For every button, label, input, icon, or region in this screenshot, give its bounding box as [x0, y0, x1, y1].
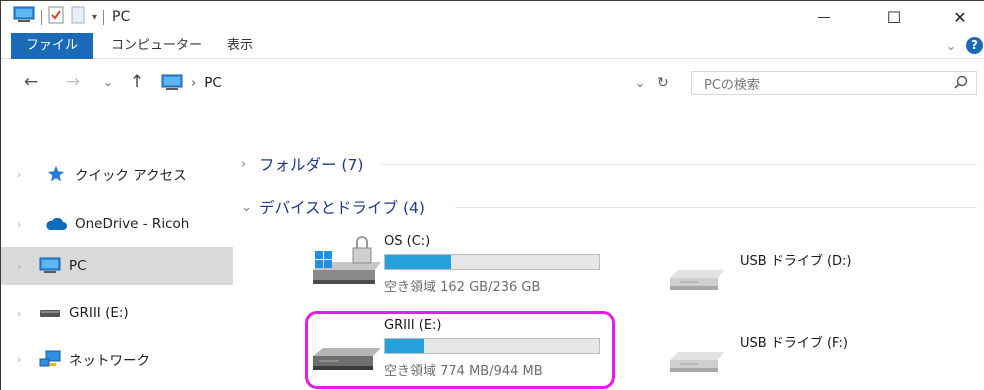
chevron-right-icon[interactable]: › — [1, 218, 23, 231]
tab-file[interactable]: ファイル — [11, 33, 93, 59]
maximize-icon: ☐ — [886, 7, 902, 27]
refresh-icon[interactable]: ↻ — [657, 75, 669, 91]
group-divider — [381, 164, 977, 165]
removable-drive-icon — [666, 244, 726, 294]
chevron-right-icon[interactable]: › — [1, 260, 23, 273]
up-button[interactable]: ↑ — [125, 70, 149, 94]
sidebar-item-griii[interactable]: › GRIII (E:) — [1, 294, 233, 332]
explorer-window: ▾ PC — ☐ ✕ ファイル コンピューター 表示 ⌄ ? ← → ⌄ ↑ ›… — [0, 0, 984, 390]
usb-drive-icon — [37, 303, 63, 323]
navigation-pane: › クイック アクセス › OneDrive - Ricoh › PC › GR… — [1, 104, 233, 390]
customize-toolbar-icon[interactable]: ▾ — [92, 12, 97, 23]
recent-locations-button[interactable]: ⌄ — [99, 70, 117, 94]
drive-name: USB ドライブ (F:) — [740, 336, 848, 351]
chevron-right-icon[interactable]: › — [241, 157, 259, 172]
drive-usage-fill — [385, 255, 452, 269]
sidebar-item-label: ネットワーク — [69, 353, 150, 369]
back-button[interactable]: ← — [19, 70, 43, 94]
group-devices-and-drives[interactable]: ⌄ デバイスとドライブ (4) — [241, 192, 981, 222]
drive-item-c[interactable]: OS (C:) 空き領域 162 GB/236 GB — [311, 234, 600, 295]
drive-usage-bar — [384, 254, 600, 270]
toolbar-separator — [41, 9, 42, 25]
tab-computer[interactable]: コンピューター — [111, 33, 202, 59]
drive-item-f[interactable]: USB ドライブ (F:) — [666, 326, 848, 376]
drive-name: USB ドライブ (D:) — [740, 254, 852, 269]
quick-access-toolbar: ▾ PC — [13, 6, 131, 28]
new-folder-icon[interactable] — [70, 6, 86, 28]
search-input[interactable]: PCの検索 — [691, 71, 977, 95]
removable-drive-icon — [666, 326, 726, 376]
address-row: ← → ⌄ ↑ › PC ⌄ ↻ PCの検索 — [1, 60, 984, 104]
pc-icon — [161, 74, 183, 92]
breadcrumb-pc[interactable]: PC — [204, 75, 222, 91]
chevron-right-icon[interactable]: › — [1, 168, 23, 181]
drive-name: GRIII (E:) — [384, 318, 442, 333]
breadcrumb-separator-icon[interactable]: › — [191, 76, 196, 91]
drive-free-space: 空き領域 162 GB/236 GB — [384, 280, 541, 295]
network-icon — [37, 349, 63, 369]
title-bar: ▾ PC — ☐ ✕ — [1, 1, 984, 33]
group-label: フォルダー (7) — [259, 156, 364, 174]
forward-button[interactable]: → — [61, 70, 85, 94]
drive-item-d[interactable]: USB ドライブ (D:) — [666, 244, 851, 294]
computer-icon[interactable] — [13, 6, 35, 28]
minimize-icon: — — [817, 9, 831, 25]
drive-usage-bar — [384, 338, 600, 354]
close-icon: ✕ — [953, 7, 967, 27]
chevron-right-icon[interactable]: › — [1, 353, 23, 366]
group-folders[interactable]: › フォルダー (7) — [241, 149, 981, 179]
sidebar-item-onedrive[interactable]: › OneDrive - Ricoh — [1, 205, 233, 243]
group-label: デバイスとドライブ (4) — [259, 199, 425, 217]
address-dropdown-icon[interactable]: ⌄ — [635, 76, 645, 90]
drive-usage-fill — [385, 339, 424, 353]
group-divider — [455, 207, 977, 208]
forward-arrow-icon: → — [65, 72, 81, 92]
monitor-icon — [37, 256, 63, 276]
window-title: PC — [112, 9, 131, 25]
chevron-right-icon[interactable]: › — [1, 307, 23, 320]
properties-icon[interactable] — [48, 6, 64, 28]
drive-item-e[interactable]: GRIII (E:) 空き領域 774 MB/944 MB — [311, 318, 600, 379]
back-arrow-icon: ← — [23, 72, 39, 92]
toolbar-separator — [103, 9, 105, 25]
search-icon[interactable] — [954, 75, 968, 93]
drive-info: OS (C:) 空き領域 162 GB/236 GB — [384, 234, 600, 295]
windows-drive-icon — [311, 234, 381, 294]
help-icon[interactable]: ? — [966, 37, 983, 54]
sidebar-item-label: OneDrive - Ricoh — [75, 216, 190, 232]
search-placeholder: PCの検索 — [704, 77, 760, 93]
close-button[interactable]: ✕ — [937, 1, 983, 33]
up-arrow-icon: ↑ — [129, 72, 145, 92]
minimize-button[interactable]: — — [801, 1, 847, 33]
sidebar-item-pc[interactable]: › PC — [1, 247, 233, 285]
sidebar-item-label: PC — [69, 258, 87, 274]
chevron-down-icon[interactable]: ⌄ — [241, 200, 259, 215]
ribbon-controls: ⌄ ? — [946, 37, 984, 54]
star-icon — [43, 164, 69, 184]
ribbon-tabs: ファイル コンピューター 表示 ⌄ ? — [1, 33, 984, 59]
content-pane: › フォルダー (7) ⌄ デバイスとドライブ (4) OS (C:) 空き領域… — [241, 104, 984, 390]
sidebar-item-label: GRIII (E:) — [69, 305, 129, 321]
cloud-icon — [43, 214, 69, 234]
sidebar-item-network[interactable]: › ネットワーク — [1, 340, 233, 378]
tab-view[interactable]: 表示 — [227, 33, 253, 59]
drive-info: GRIII (E:) 空き領域 774 MB/944 MB — [384, 318, 600, 379]
chevron-down-icon: ⌄ — [102, 75, 114, 89]
drive-name: OS (C:) — [384, 234, 431, 249]
expand-ribbon-icon[interactable]: ⌄ — [946, 39, 956, 53]
drive-free-space: 空き領域 774 MB/944 MB — [384, 364, 543, 379]
address-bar[interactable]: › PC ⌄ ↻ — [161, 71, 689, 95]
sidebar-item-label: クイック アクセス — [75, 168, 187, 184]
maximize-button[interactable]: ☐ — [871, 1, 917, 33]
hard-drive-icon — [311, 318, 381, 378]
sidebar-item-quick-access[interactable]: › クイック アクセス — [1, 155, 233, 193]
